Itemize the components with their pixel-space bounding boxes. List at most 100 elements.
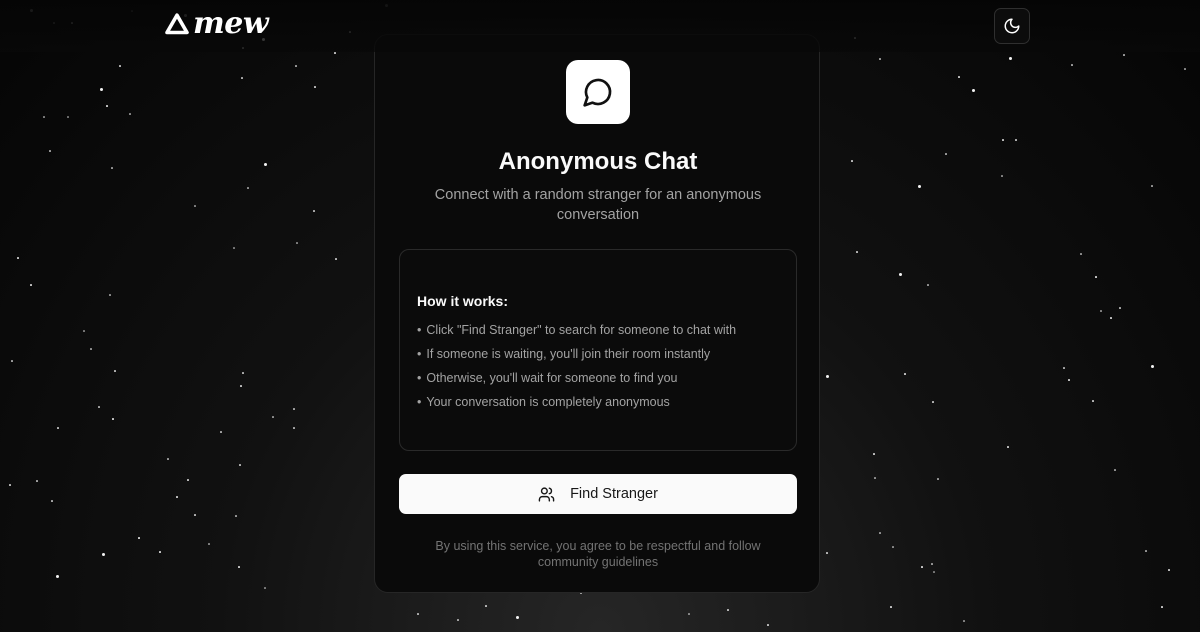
users-icon <box>538 486 555 502</box>
star-dot <box>57 427 59 429</box>
how-it-works-item-text: Your conversation is completely anonymou… <box>426 395 670 409</box>
star-dot <box>264 587 266 589</box>
star-dot <box>159 551 161 553</box>
star-dot <box>899 273 902 276</box>
star-dot <box>485 605 487 607</box>
star-dot <box>874 477 876 479</box>
star-dot <box>335 258 337 260</box>
star-dot <box>242 372 244 374</box>
star-dot <box>102 553 105 556</box>
star-dot <box>106 105 108 107</box>
page-title: Anonymous Chat <box>498 148 698 175</box>
how-it-works-item: Otherwise, you'll wait for someone to fi… <box>417 369 736 393</box>
star-dot <box>1100 310 1102 312</box>
moon-icon <box>1004 18 1020 34</box>
star-dot <box>220 431 222 433</box>
star-dot <box>30 284 32 286</box>
star-dot <box>918 185 921 188</box>
star-dot <box>240 385 242 387</box>
star-dot <box>43 116 45 118</box>
star-dot <box>112 418 114 420</box>
star-dot <box>9 484 11 486</box>
star-dot <box>879 58 881 60</box>
star-dot <box>1168 569 1170 571</box>
star-dot <box>1184 68 1186 70</box>
how-it-works-list: Click "Find Stranger" to search for some… <box>417 321 736 417</box>
star-dot <box>129 113 131 115</box>
star-dot <box>457 619 459 621</box>
star-dot <box>100 88 103 91</box>
star-dot <box>83 330 85 332</box>
star-dot <box>1009 57 1012 60</box>
star-dot <box>49 150 51 152</box>
star-dot <box>295 65 297 67</box>
how-it-works-item: Your conversation is completely anonymou… <box>417 393 736 417</box>
star-dot <box>890 606 892 608</box>
star-dot <box>1007 446 1009 448</box>
star-dot <box>334 52 336 54</box>
star-dot <box>933 571 935 573</box>
star-dot <box>931 563 933 565</box>
star-dot <box>1151 185 1153 187</box>
find-stranger-button[interactable]: Find Stranger <box>399 474 797 514</box>
star-dot <box>119 65 121 67</box>
star-dot <box>904 373 906 375</box>
star-dot <box>238 566 240 568</box>
star-dot <box>1071 64 1073 66</box>
star-dot <box>1114 469 1116 471</box>
star-dot <box>892 546 894 548</box>
anonymous-chat-card: Anonymous Chat Connect with a random str… <box>374 34 820 593</box>
star-dot <box>516 616 519 619</box>
how-it-works-title: How it works: <box>417 293 509 309</box>
star-dot <box>247 187 249 189</box>
star-dot <box>11 360 13 362</box>
star-dot <box>927 284 929 286</box>
find-stranger-label: Find Stranger <box>570 486 658 502</box>
star-dot <box>1095 276 1097 278</box>
how-it-works-item-text: Click "Find Stranger" to search for some… <box>426 323 737 337</box>
chat-icon-badge <box>566 60 630 124</box>
star-dot <box>239 464 241 466</box>
brand-name: mew <box>193 6 269 41</box>
star-dot <box>1161 606 1163 608</box>
star-dot <box>233 247 235 249</box>
star-dot <box>1015 139 1017 141</box>
star-dot <box>241 77 243 79</box>
page-subtitle: Connect with a random stranger for an an… <box>434 187 762 223</box>
disclaimer-text: By using this service, you agree to be r… <box>435 539 761 569</box>
star-dot <box>937 478 939 480</box>
star-dot <box>826 375 829 378</box>
star-dot <box>958 76 960 78</box>
how-it-works-item: Click "Find Stranger" to search for some… <box>417 321 736 345</box>
star-dot <box>826 552 828 554</box>
star-dot <box>1068 379 1070 381</box>
star-dot <box>1001 175 1003 177</box>
star-dot <box>167 458 169 460</box>
star-dot <box>235 515 237 517</box>
star-dot <box>296 242 298 244</box>
star-dot <box>1123 54 1125 56</box>
star-dot <box>1092 400 1094 402</box>
star-dot <box>417 613 419 615</box>
star-dot <box>17 257 19 259</box>
star-dot <box>56 575 59 578</box>
star-dot <box>138 537 140 539</box>
star-dot <box>111 167 113 169</box>
triangle-logo-icon <box>165 13 189 35</box>
star-dot <box>98 406 100 408</box>
brand-logo[interactable]: mew <box>165 6 269 42</box>
star-dot <box>293 427 295 429</box>
star-dot <box>36 480 38 482</box>
star-dot <box>879 532 881 534</box>
star-dot <box>963 620 965 622</box>
star-dot <box>208 543 210 545</box>
star-dot <box>1151 365 1154 368</box>
how-it-works-item: If someone is waiting, you'll join their… <box>417 345 736 369</box>
how-it-works-item-text: Otherwise, you'll wait for someone to fi… <box>426 371 678 385</box>
star-dot <box>194 205 196 207</box>
theme-toggle-button[interactable] <box>994 8 1030 44</box>
star-dot <box>688 613 690 615</box>
star-dot <box>293 408 295 410</box>
star-dot <box>313 210 315 212</box>
star-dot <box>1063 367 1065 369</box>
